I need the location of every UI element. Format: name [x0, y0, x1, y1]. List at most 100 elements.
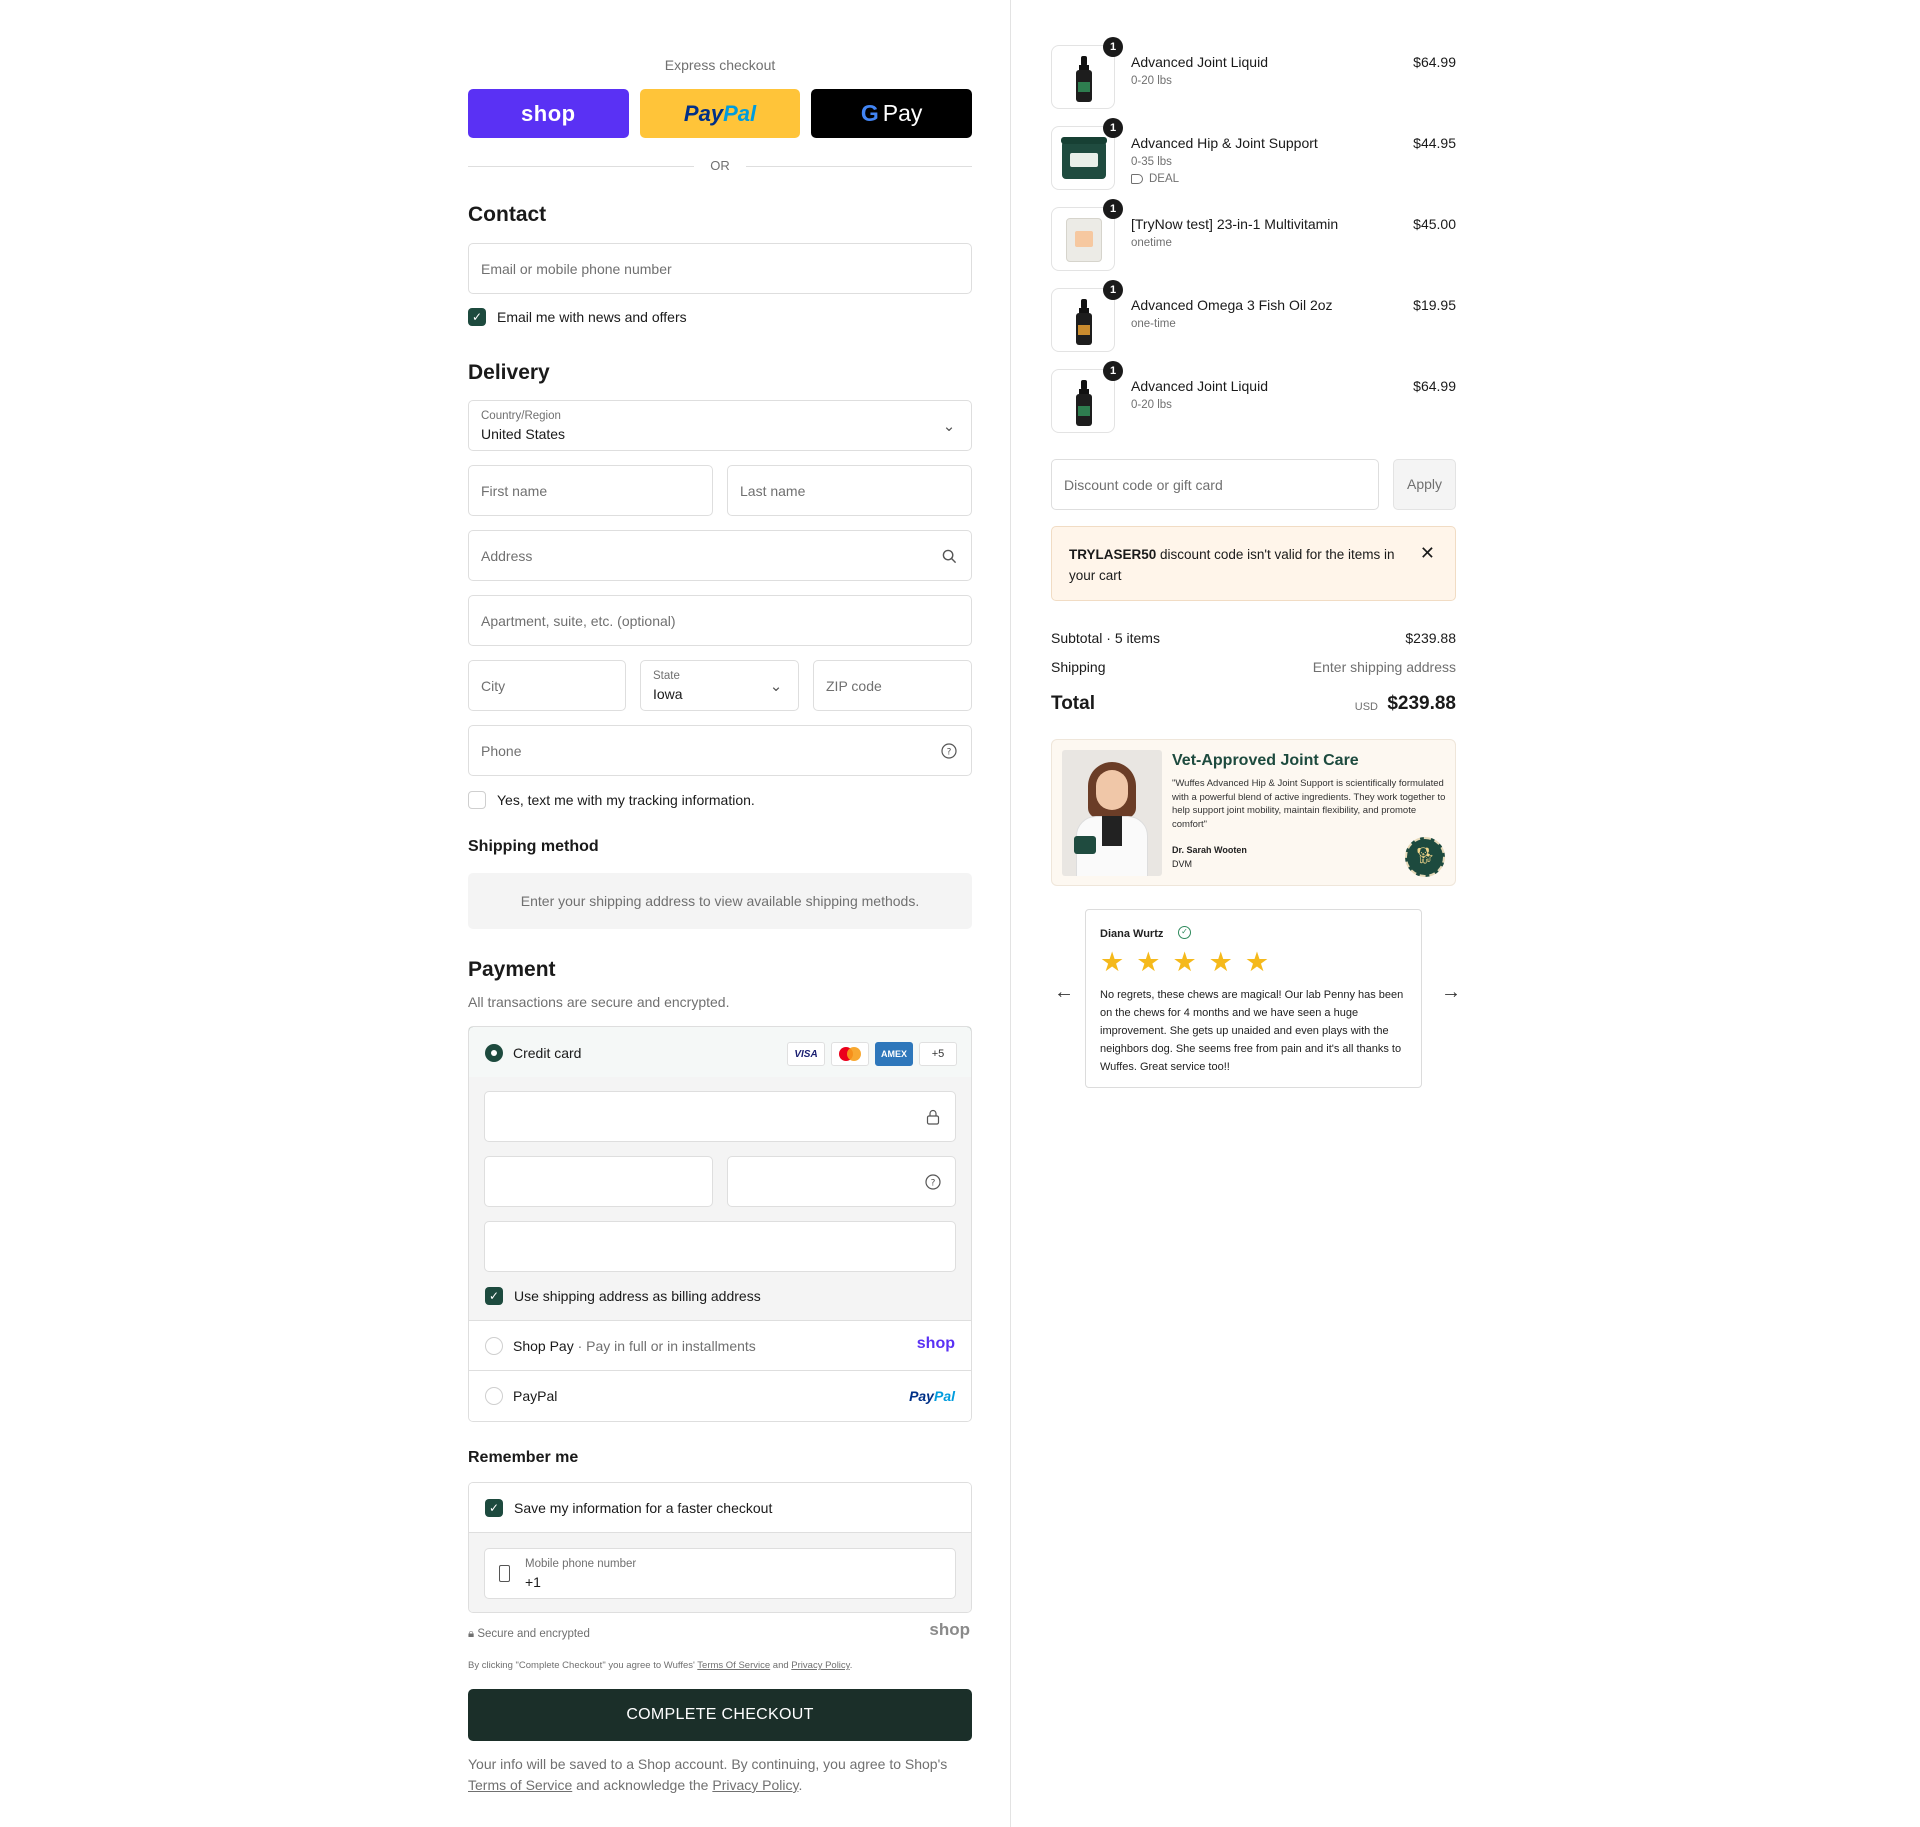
- item-variant: one-time: [1131, 318, 1176, 330]
- newsletter-label: Email me with news and offers: [497, 309, 687, 325]
- last-name-field[interactable]: Last name: [727, 465, 972, 516]
- card-expiry-field[interactable]: [484, 1156, 713, 1207]
- payment-heading: Payment: [468, 958, 556, 981]
- apartment-field[interactable]: Apartment, suite, etc. (optional): [468, 595, 972, 646]
- save-info-label: Save my information for a faster checkou…: [514, 1500, 773, 1516]
- shipping-method-heading: Shipping method: [468, 838, 599, 855]
- text-tracking-checkbox[interactable]: Yes, text me with my tracking informatio…: [468, 791, 755, 809]
- product-image: [1051, 45, 1115, 109]
- billing-same-label: Use shipping address as billing address: [514, 1288, 761, 1304]
- visa-icon: VISA: [787, 1042, 825, 1066]
- email-placeholder: Email or mobile phone number: [481, 261, 672, 277]
- contact-heading: Contact: [468, 203, 547, 226]
- item-variant: 0-35 lbs: [1131, 156, 1172, 168]
- product-image: [1051, 369, 1115, 433]
- credit-card-label: Credit card: [513, 1045, 582, 1061]
- vet-credential: DVM: [1172, 859, 1192, 869]
- delivery-heading: Delivery: [468, 361, 550, 384]
- mobile-phone-field[interactable]: Mobile phone number +1: [484, 1548, 956, 1599]
- deal-badge: DEAL: [1131, 173, 1179, 185]
- address-placeholder: Address: [481, 548, 533, 564]
- product-image: [1051, 288, 1115, 352]
- help-circle-icon[interactable]: ?: [939, 741, 959, 761]
- shop-privacy-link[interactable]: Privacy Policy: [712, 1777, 798, 1793]
- quantity-badge: 1: [1103, 118, 1123, 138]
- total-label: Total: [1051, 693, 1095, 714]
- google-g-icon: G: [860, 100, 879, 126]
- paypal-logo-pay: Pay: [683, 100, 724, 126]
- help-circle-icon[interactable]: ?: [923, 1172, 943, 1192]
- remember-me-box: ✓ Save my information for a faster check…: [468, 1482, 972, 1613]
- star-icon: ★: [1244, 947, 1270, 977]
- address-field[interactable]: Address: [468, 530, 972, 581]
- billing-same-checkbox[interactable]: ✓ Use shipping address as billing addres…: [485, 1287, 761, 1305]
- lock-icon: [923, 1107, 943, 1127]
- radio-selected-icon: [485, 1044, 503, 1062]
- phone-placeholder: Phone: [481, 743, 522, 759]
- complete-checkout-button[interactable]: COMPLETE CHECKOUT: [468, 1689, 972, 1741]
- google-pay-express-button[interactable]: G Pay: [811, 89, 973, 138]
- shop-logo: shop: [929, 1620, 970, 1639]
- remember-me-heading: Remember me: [468, 1449, 579, 1466]
- radio-unselected-icon: [485, 1337, 503, 1355]
- quantity-badge: 1: [1103, 37, 1123, 57]
- paypal-logo: PayPal: [909, 1388, 955, 1404]
- state-select[interactable]: State Iowa ⌄: [640, 660, 799, 711]
- chevron-down-icon: ⌄: [769, 678, 783, 695]
- checkbox-unchecked-icon: [468, 791, 486, 809]
- apartment-placeholder: Apartment, suite, etc. (optional): [481, 613, 676, 629]
- item-variant: 0-20 lbs: [1131, 399, 1172, 411]
- or-divider: OR: [468, 157, 972, 175]
- item-variant: onetime: [1131, 237, 1172, 249]
- shop-terms-link[interactable]: Terms of Service: [468, 1777, 572, 1793]
- item-name: Advanced Omega 3 Fish Oil 2oz: [1131, 297, 1333, 313]
- discount-code: TRYLASER50: [1069, 547, 1157, 562]
- shop-pay-express-button[interactable]: shop: [468, 89, 629, 138]
- paypal-express-button[interactable]: Pay Pal: [639, 89, 801, 138]
- express-buttons: shop Pay Pal G Pay: [468, 89, 973, 138]
- total-row: Total USD $239.88: [1051, 693, 1456, 715]
- terms-link[interactable]: Terms Of Service: [697, 1660, 770, 1671]
- item-price: $19.95: [1413, 297, 1456, 313]
- newsletter-checkbox[interactable]: ✓ Email me with news and offers: [468, 308, 687, 326]
- arrow-left-icon[interactable]: ←: [1054, 981, 1074, 1004]
- checkbox-checked-icon: ✓: [485, 1499, 503, 1517]
- card-name-field[interactable]: [484, 1221, 956, 1272]
- shop-pay-label: Shop Pay · Pay in full or in installment…: [513, 1338, 756, 1354]
- item-price: $45.00: [1413, 216, 1456, 232]
- zip-field[interactable]: ZIP code: [813, 660, 972, 711]
- email-field[interactable]: Email or mobile phone number: [468, 243, 972, 294]
- paypal-option[interactable]: PayPal PayPal: [469, 1371, 971, 1421]
- express-checkout-label: Express checkout: [664, 57, 776, 73]
- shipping-row: Shipping Enter shipping address: [1051, 659, 1456, 675]
- subtotal-label: Subtotal · 5 items: [1051, 630, 1160, 646]
- mobile-phone-icon: [499, 1565, 510, 1582]
- apply-discount-button[interactable]: Apply: [1393, 459, 1456, 510]
- privacy-link[interactable]: Privacy Policy: [791, 1660, 849, 1671]
- vet-photo: [1062, 750, 1162, 876]
- gpay-label: Pay: [882, 100, 923, 126]
- mobile-phone-label: Mobile phone number: [525, 1558, 637, 1570]
- divider-line: [746, 166, 972, 167]
- star-icon: ★: [1136, 947, 1161, 977]
- country-label: Country/Region: [481, 410, 561, 422]
- mobile-phone-row: Mobile phone number +1: [469, 1533, 971, 1612]
- vet-quote: "Wuffes Advanced Hip & Joint Support is …: [1172, 778, 1446, 830]
- close-icon[interactable]: ✕: [1420, 543, 1435, 564]
- paypal-logo-pal: Pal: [723, 100, 757, 126]
- verified-check-icon: ✓: [1178, 926, 1191, 939]
- card-cvv-field[interactable]: ?: [727, 1156, 956, 1207]
- legal-text: By clicking "Complete Checkout" you agre…: [468, 1660, 853, 1671]
- card-number-field[interactable]: [484, 1091, 956, 1142]
- city-field[interactable]: City: [468, 660, 626, 711]
- discount-code-input[interactable]: Discount code or gift card: [1051, 459, 1379, 510]
- country-select[interactable]: Country/Region United States ⌄: [468, 400, 972, 451]
- shop-pay-option[interactable]: Shop Pay · Pay in full or in installment…: [469, 1321, 971, 1371]
- discount-error-banner: TRYLASER50 discount code isn't valid for…: [1051, 526, 1456, 601]
- save-info-checkbox[interactable]: ✓ Save my information for a faster check…: [485, 1499, 772, 1517]
- star-icon: ★: [1208, 947, 1233, 977]
- first-name-field[interactable]: First name: [468, 465, 713, 516]
- arrow-right-icon[interactable]: →: [1441, 981, 1461, 1004]
- credit-card-option[interactable]: Credit card VISA AMEX +5: [469, 1027, 971, 1078]
- phone-field[interactable]: Phone ?: [468, 725, 972, 776]
